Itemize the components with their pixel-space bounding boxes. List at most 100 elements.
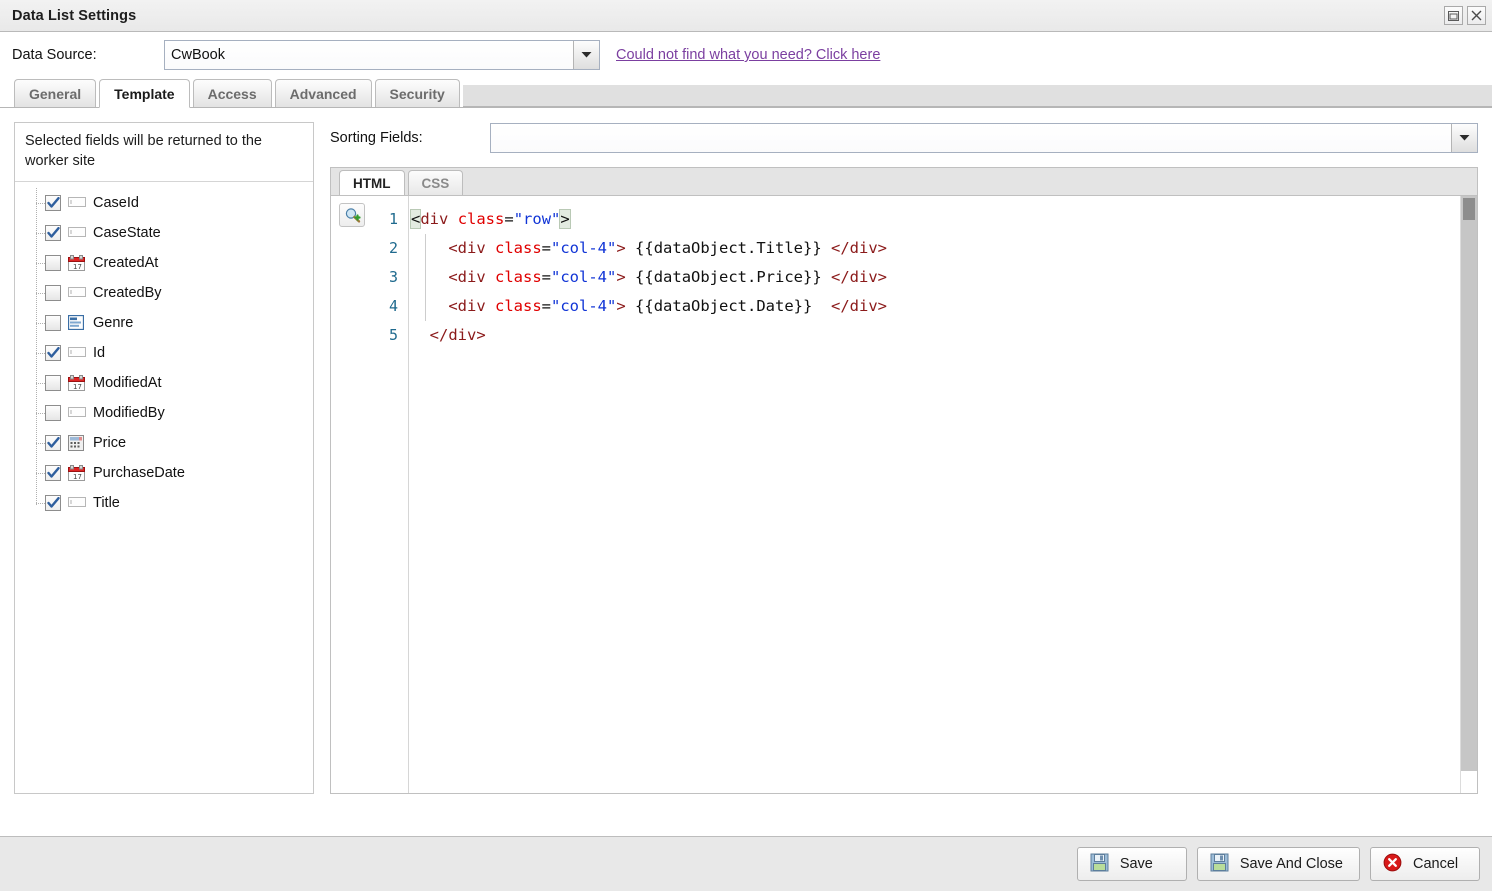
sorting-fields-select[interactable]	[490, 123, 1478, 153]
data-source-value: CwBook	[165, 41, 573, 69]
line-number: 3	[388, 268, 398, 286]
field-checkbox[interactable]	[45, 225, 61, 242]
code-line: </div>	[429, 326, 486, 344]
restore-icon	[1448, 10, 1459, 21]
text-field-icon	[68, 195, 86, 211]
field-checkbox[interactable]	[45, 405, 61, 422]
fields-panel-header: Selected fields will be returned to the …	[15, 123, 313, 183]
tab-css[interactable]: CSS	[407, 170, 464, 195]
svg-text:17: 17	[73, 473, 82, 481]
data-source-dropdown-arrow[interactable]	[573, 41, 599, 69]
field-label: CaseState	[93, 225, 161, 242]
cancel-button[interactable]: Cancel	[1370, 847, 1480, 881]
code-line: <div class="row">	[409, 209, 571, 229]
tab-advanced[interactable]: Advanced	[274, 79, 372, 107]
field-label: CaseId	[93, 195, 139, 212]
data-list-settings-dialog: Data List Settings Data Source: CwBook C…	[0, 0, 1492, 891]
data-source-select[interactable]: CwBook	[164, 40, 600, 70]
fields-tree[interactable]: CaseId CaseState 17 CreatedAt CreatedBy Genre…	[15, 182, 313, 518]
save-button-label: Save	[1119, 856, 1153, 872]
restore-button[interactable]	[1444, 6, 1463, 25]
field-label: PurchaseDate	[93, 465, 185, 482]
field-row[interactable]: Id	[29, 338, 313, 368]
field-row[interactable]: ModifiedBy	[29, 398, 313, 428]
field-checkbox[interactable]	[45, 315, 61, 332]
number-field-icon	[68, 435, 86, 452]
zoom-in-icon[interactable]	[339, 203, 365, 227]
date-field-icon: 17	[68, 465, 86, 482]
close-icon	[1471, 10, 1482, 21]
field-row[interactable]: CaseState	[29, 218, 313, 248]
cancel-icon	[1383, 853, 1402, 876]
field-checkbox[interactable]	[45, 465, 61, 482]
field-row[interactable]: CreatedBy	[29, 278, 313, 308]
field-label: Id	[93, 345, 106, 362]
field-row[interactable]: Title	[29, 488, 313, 518]
field-checkbox[interactable]	[45, 255, 61, 272]
chevron-down-icon	[1458, 129, 1471, 147]
field-checkbox[interactable]	[45, 375, 61, 392]
field-label: Title	[93, 495, 120, 512]
text-field-icon	[68, 285, 86, 301]
date-field-icon: 17	[68, 375, 86, 392]
field-checkbox[interactable]	[45, 435, 61, 452]
editor-scrollbar-thumb[interactable]	[1463, 198, 1475, 220]
tab-security[interactable]: Security	[374, 79, 460, 107]
field-row[interactable]: 17 CreatedAt	[29, 248, 313, 278]
tab-general[interactable]: General	[14, 79, 97, 107]
save-icon	[1090, 853, 1109, 876]
dialog-body: Selected fields will be returned to the …	[0, 108, 1492, 822]
field-label: ModifiedBy	[93, 405, 165, 422]
save-and-close-button-label: Save And Close	[1239, 856, 1343, 872]
text-field-icon	[68, 345, 86, 361]
tabstrip-filler	[462, 85, 1492, 107]
sorting-fields-label: Sorting Fields:	[330, 130, 423, 146]
field-label: Price	[93, 435, 127, 452]
save-and-close-button[interactable]: Save And Close	[1196, 847, 1360, 881]
editor-indent-guide	[425, 234, 426, 321]
editor-code-area[interactable]: <div class="row"> <div class="col-4"> {{…	[409, 196, 1477, 793]
sorting-fields-row: Sorting Fields:	[330, 122, 1478, 154]
code-line: <div class="col-4"> {{dataObject.Title}}…	[448, 239, 888, 257]
line-number: 4	[388, 297, 398, 315]
field-row[interactable]: Price	[29, 428, 313, 458]
tab-template[interactable]: Template	[99, 79, 190, 108]
choice-field-icon	[67, 314, 86, 331]
chevron-down-icon	[580, 46, 593, 64]
code-editor[interactable]: 12345 <div class="row"> <div class="col-…	[330, 195, 1478, 794]
line-number: 2	[388, 239, 398, 257]
dialog-titlebar: Data List Settings	[0, 0, 1492, 32]
close-button[interactable]	[1467, 6, 1486, 25]
save-button[interactable]: Save	[1076, 847, 1187, 881]
tab-html[interactable]: HTML	[339, 170, 405, 196]
text-field-icon	[68, 405, 86, 421]
text-field-icon	[68, 495, 86, 511]
editor-gutter: 12345	[331, 196, 409, 793]
field-checkbox[interactable]	[45, 345, 61, 362]
svg-text:17: 17	[73, 263, 82, 271]
save-icon	[1210, 853, 1229, 876]
text-field-icon	[68, 225, 86, 241]
editor-vertical-scrollbar[interactable]	[1460, 196, 1477, 793]
code-line: <div class="col-4"> {{dataObject.Date}} …	[448, 297, 888, 315]
data-source-help-link[interactable]: Could not find what you need? Click here	[616, 47, 880, 63]
template-editor-pane: Sorting Fields: HTML CSS 1 2 3 4 5 <div …	[330, 122, 1478, 794]
field-checkbox[interactable]	[45, 195, 61, 212]
editor-tabstrip: HTML CSS	[330, 167, 1478, 196]
field-row[interactable]: 17 PurchaseDate	[29, 458, 313, 488]
field-row[interactable]: CaseId	[29, 188, 313, 218]
field-checkbox[interactable]	[45, 495, 61, 512]
data-source-label: Data Source:	[12, 47, 97, 63]
body-bottom-gap	[0, 822, 1492, 836]
field-label: CreatedAt	[93, 255, 159, 272]
sorting-fields-value	[491, 124, 1451, 152]
tab-access[interactable]: Access	[192, 79, 272, 107]
field-row[interactable]: 17 ModifiedAt	[29, 368, 313, 398]
settings-tabstrip: General Template Access Advanced Securit…	[0, 78, 1492, 108]
dialog-footer: Save Save And Close Cancel	[0, 836, 1492, 891]
field-checkbox[interactable]	[45, 285, 61, 302]
svg-text:17: 17	[73, 383, 82, 391]
field-label: ModifiedAt	[93, 375, 162, 392]
sorting-fields-dropdown-arrow[interactable]	[1451, 124, 1477, 152]
field-row[interactable]: Genre	[29, 308, 313, 338]
